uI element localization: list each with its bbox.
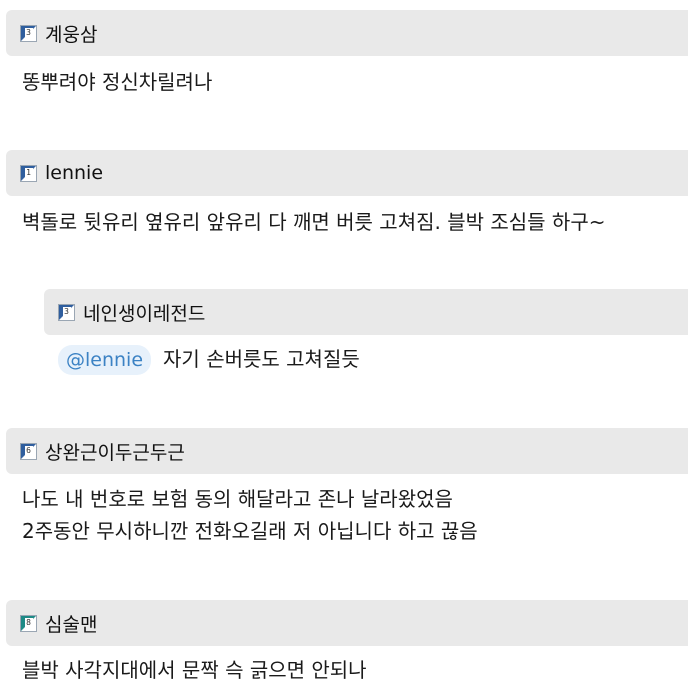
comment-text-row: @lennie 자기 손버릇도 고쳐질듯 <box>58 343 360 375</box>
comment-text: 자기 손버릇도 고쳐질듯 <box>163 347 360 371</box>
level-badge-icon: 3 <box>58 303 75 321</box>
comment-header: 8 심술맨 <box>6 600 688 646</box>
comment-author[interactable]: 심술맨 <box>45 610 97 637</box>
level-badge-icon: 8 <box>20 614 37 632</box>
level-badge-icon: 3 <box>20 24 37 42</box>
comment-author[interactable]: 계웅삼 <box>45 20 97 47</box>
level-badge-icon: 6 <box>20 442 37 460</box>
level-badge-icon: 1 <box>20 164 37 182</box>
comment-text: 2주동안 무시하니깐 전화오길래 저 아닙니다 하고 끊음 <box>22 519 478 543</box>
comment-text: 나도 내 번호로 보험 동의 해달라고 존나 날라왔었음 <box>22 487 453 511</box>
mention-tag[interactable]: @lennie <box>58 345 152 375</box>
comment-header: 3 네인생이레전드 <box>44 289 688 335</box>
comment-author[interactable]: 네인생이레전드 <box>83 299 205 326</box>
comment-text: 벽돌로 뒷유리 옆유리 앞유리 다 깨면 버릇 고쳐짐. 블박 조심들 하구~ <box>22 210 606 234</box>
comment-text: 블박 사각지대에서 문짝 슥 긁으면 안되나 <box>22 658 367 682</box>
comment-header: 3 계웅삼 <box>6 10 688 56</box>
comment-header: 1 lennie <box>6 150 688 196</box>
comment-author[interactable]: 상완근이두근두근 <box>45 438 185 465</box>
comment-header: 6 상완근이두근두근 <box>6 428 688 474</box>
comment-author[interactable]: lennie <box>45 162 103 184</box>
comment-text: 똥뿌려야 정신차릴려나 <box>22 70 213 94</box>
